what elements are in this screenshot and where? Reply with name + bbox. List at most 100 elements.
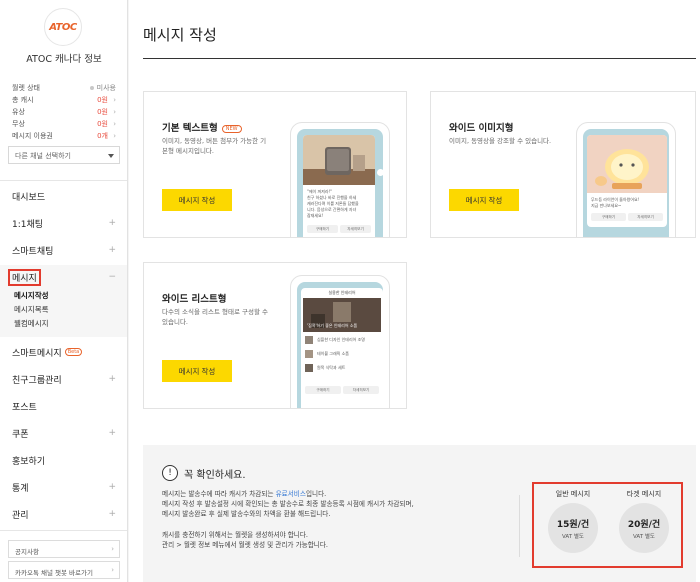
bubble-line: 잠재세요! [307, 213, 324, 218]
nav-label: 통계 [12, 483, 29, 494]
channel-select-dropdown[interactable]: 다른 채널 선택하기 [8, 146, 120, 164]
card-description: 다수의 소식을 리스트 형태로 구성할 수 있습니다. [162, 307, 268, 327]
preview-buy-button: 구매하기 [591, 213, 626, 221]
plus-icon: + [108, 509, 116, 519]
stat-value: 0원 [97, 95, 108, 104]
desc-line: 다수의 소식을 리스트 형태로 구성할 수 [162, 308, 269, 316]
nav-label: 관리 [12, 510, 29, 521]
notice-line: 메시지 발송완료 후 실제 발송수와의 차액을 환불 해드립니다. [162, 510, 331, 518]
channel-name: ATOC 캐나다 정보 [26, 54, 102, 65]
nav-chat[interactable]: 1:1채팅 + [12, 216, 116, 230]
plus-icon: + [108, 218, 116, 228]
price-label: 일반 메시지 [555, 490, 591, 498]
preview-buy-button: 구매하기 [307, 225, 338, 233]
nav-label: 스마트메시지 [12, 348, 62, 359]
stat-wallet-status: 월렛 상태 미사용 [12, 82, 116, 93]
notice-line: 메시지는 발송수에 따라 캐시가 차감되는 유료서비스입니다. [162, 488, 326, 498]
phone-screen: 실용한 인테리어 '집콕'하기 좋은 인테리어 소품 심플한 디자인 인테리어 … [297, 282, 383, 408]
nav-message[interactable]: 메시지 − [8, 268, 116, 286]
phone-screen: 무드등 라이언이 돌아왔어요! 지금 만나보세요~ 구매하기 자세히보기 [583, 129, 669, 237]
page-title: 메시지 작성 [143, 26, 217, 44]
desc-line: 본형 메시지입니다. [162, 147, 214, 155]
beta-badge: Beta [64, 348, 83, 356]
list-item: 테이블 그래픽 소품 [317, 351, 349, 356]
stat-paid[interactable]: 유상 0원 › [12, 106, 116, 117]
price-circle: 20원/건 VAT 별도 [619, 503, 669, 553]
sidebar-divider [0, 530, 127, 531]
status-dot-icon [89, 85, 94, 90]
card-basic-text: 기본 텍스트형 NEW 이미지, 동영상, 버튼 첨부가 가능한 기 본형 메시지… [143, 91, 407, 238]
list-item: 원목 식탁과 세트 [317, 365, 346, 370]
stat-total-cash[interactable]: 총 캐시 0원 › [12, 94, 116, 105]
sub-nav-message-write[interactable]: 메시지작성 [14, 290, 49, 301]
nav-smart-message[interactable]: 스마트메시지 Beta [12, 345, 116, 359]
message-bubble: 무드등 라이언이 돌아왔어요! 지금 만나보세요~ 구매하기 자세히보기 [587, 135, 667, 227]
nav-label: 친구그룹관리 [12, 375, 62, 386]
nav-label: 스마트채팅 [12, 246, 54, 257]
stat-value: 0개 [97, 131, 108, 140]
desc-line: 있습니다. [162, 318, 188, 326]
price-target: 타겟 메시지 20원/건 VAT 별도 [614, 489, 674, 553]
nav-statistics[interactable]: 통계 + [12, 480, 116, 494]
card-title: 와이드 리스트형 [162, 294, 227, 305]
phone-preview: "에이 꺼져라!" 친구 하셨나 바로 진행을 하세 캐러진다며 이를 저론들 … [290, 122, 390, 237]
channel-select-label: 다른 채널 선택하기 [15, 152, 71, 160]
chevron-right-icon: › [113, 119, 116, 128]
plus-icon: + [108, 482, 116, 492]
notice-link[interactable]: 공지사항 › [8, 540, 120, 558]
nav-label: 메시지 [8, 268, 41, 286]
nav-label: 홍보하기 [12, 456, 46, 467]
card-title-text: 기본 텍스트형 [162, 123, 218, 134]
notice-panel: ! 꼭 확인하세요. 메시지는 발송수에 따라 캐시가 차감되는 유료서비스입니… [143, 445, 696, 582]
speaker-image [303, 135, 375, 185]
logo-text: ATOC [49, 21, 77, 33]
nav-promote[interactable]: 홍보하기 [12, 453, 116, 467]
nav-label: 대시보드 [12, 192, 46, 203]
nav-manage[interactable]: 관리 + [12, 507, 116, 521]
notice-text: 메시지는 발송수에 따라 캐시가 차감되는 [162, 490, 276, 498]
new-badge: NEW [221, 124, 242, 133]
notice-title: 꼭 확인하세요. [184, 470, 246, 481]
write-message-button[interactable]: 메시지 작성 [162, 189, 232, 211]
list-thumb [305, 364, 313, 372]
notice-divider [519, 495, 520, 557]
chatbot-shortcut-link[interactable]: 카카오톡 채널 챗봇 바로가기 › [8, 561, 120, 579]
main-content: 메시지 작성 기본 텍스트형 NEW 이미지, 동영상, 버튼 첨부가 가능한 기… [129, 0, 700, 582]
message-bubble: "에이 꺼져라!" 친구 하셨나 바로 진행을 하세 캐러진다며 이를 저론들 … [303, 135, 375, 237]
price-circle: 15원/건 VAT 별도 [548, 503, 598, 553]
write-message-button[interactable]: 메시지 작성 [449, 189, 519, 211]
notice-line: 캐시를 충전하기 위해서는 월렛을 생성하셔야 합니다. [162, 531, 309, 539]
paid-service-link[interactable]: 유료서비스 [276, 490, 306, 498]
message-bubble: 실용한 인테리어 '집콕'하기 좋은 인테리어 소품 심플한 디자인 인테리어 … [301, 288, 383, 408]
sub-nav-welcome-message[interactable]: 웰컴메시지 [14, 318, 49, 329]
preview-buy-button: 구매하기 [305, 386, 341, 394]
list-thumb [305, 336, 313, 344]
nav-coupon[interactable]: 쿠폰 + [12, 426, 116, 440]
minus-icon: − [108, 272, 116, 282]
nav-dashboard[interactable]: 대시보드 [12, 189, 116, 203]
preview-detail-button: 자세히보기 [340, 225, 371, 233]
write-message-button[interactable]: 메시지 작성 [162, 360, 232, 382]
chevron-right-icon: › [111, 545, 114, 553]
nav-smart-chat[interactable]: 스마트채팅 + [12, 243, 116, 257]
preview-detail-button: 자세히보기 [343, 386, 379, 394]
title-divider [143, 58, 696, 59]
sub-nav-message-list[interactable]: 메시지목록 [14, 304, 49, 315]
phone-preview: 무드등 라이언이 돌아왔어요! 지금 만나보세요~ 구매하기 자세히보기 [576, 122, 676, 237]
lamp-image [587, 135, 667, 193]
channel-logo[interactable]: ATOC [44, 8, 82, 46]
sidebar-divider [0, 180, 127, 181]
exclamation-icon: ! [162, 465, 178, 481]
card-title: 기본 텍스트형 NEW [162, 120, 242, 134]
bubble-text: "에이 꺼져라!" 친구 하셨나 바로 진행을 하세 캐러진다며 이를 저론들 … [307, 189, 359, 219]
nav-post[interactable]: 포스트 [12, 399, 116, 413]
stat-free[interactable]: 무상 0원 › [12, 118, 116, 129]
chevron-right-icon: › [113, 95, 116, 104]
stat-value: 0원 [97, 107, 108, 116]
stat-label: 총 캐시 [12, 95, 34, 104]
nav-label: 쿠폰 [12, 429, 29, 440]
card-title: 와이드 이미지형 [449, 123, 514, 134]
stat-message-voucher[interactable]: 메시지 이용권 0개 › [12, 130, 116, 141]
phone-screen: "에이 꺼져라!" 친구 하셨나 바로 진행을 하세 캐러진다며 이를 저론들 … [297, 129, 383, 237]
nav-friend-group[interactable]: 친구그룹관리 + [12, 372, 116, 386]
